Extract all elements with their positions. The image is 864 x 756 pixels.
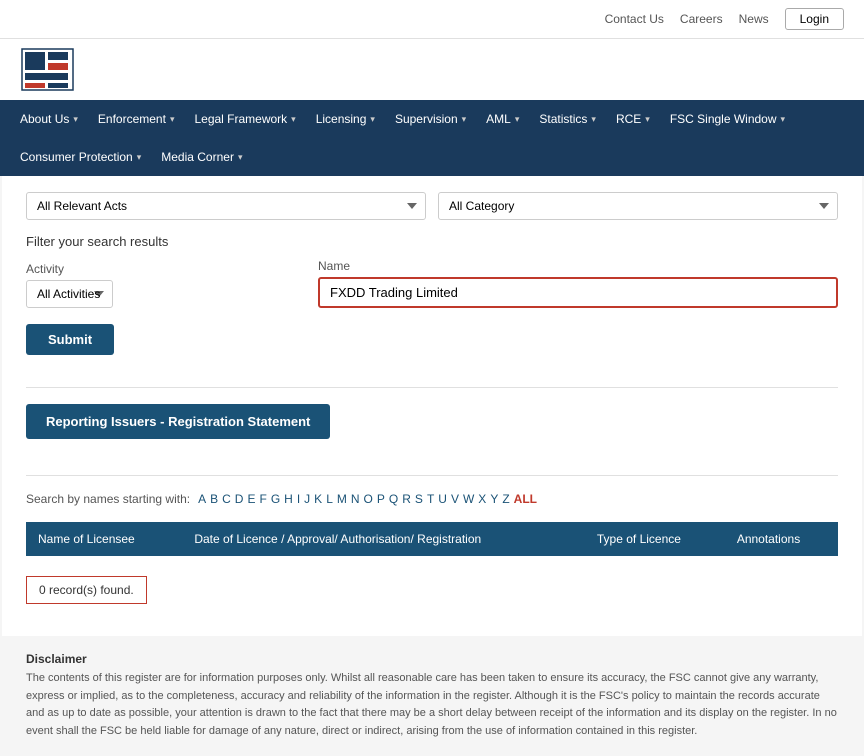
disclaimer-section: Disclaimer The contents of this register…	[2, 636, 862, 756]
alpha-R[interactable]: R	[402, 492, 411, 506]
alpha-search-label: Search by names starting with:	[26, 492, 190, 506]
nav-legal-framework-arrow: ▾	[291, 114, 296, 125]
nav-statistics-arrow: ▾	[591, 114, 596, 125]
alpha-T[interactable]: T	[427, 492, 434, 506]
table-header-row: Name of Licensee Date of Licence / Appro…	[26, 522, 838, 556]
alpha-I[interactable]: I	[297, 492, 300, 506]
nav-enforcement[interactable]: Enforcement ▾	[88, 100, 185, 138]
all-category-select[interactable]: All Category	[438, 192, 838, 220]
name-input-wrapper	[318, 277, 838, 308]
login-button[interactable]: Login	[785, 8, 844, 30]
nav-supervision[interactable]: Supervision ▾	[385, 100, 476, 138]
results-table: Name of Licensee Date of Licence / Appro…	[26, 522, 838, 556]
alpha-N[interactable]: N	[351, 492, 360, 506]
name-label: Name	[318, 259, 838, 273]
activity-select[interactable]: All Activities	[26, 280, 113, 308]
alpha-O[interactable]: O	[364, 492, 373, 506]
alpha-ALL[interactable]: ALL	[514, 492, 537, 506]
divider-2	[26, 475, 838, 476]
activity-label: Activity	[26, 262, 306, 276]
alpha-P[interactable]: P	[377, 492, 385, 506]
nav-consumer-protection[interactable]: Consumer Protection ▾	[10, 138, 151, 176]
reg-statement-button[interactable]: Reporting Issuers - Registration Stateme…	[26, 404, 330, 439]
nav-legal-framework[interactable]: Legal Framework ▾	[184, 100, 305, 138]
nav-rce-arrow: ▾	[645, 114, 650, 125]
alpha-E[interactable]: E	[247, 492, 255, 506]
top-bar: Contact Us Careers News Login	[0, 0, 864, 39]
activity-name-row: Activity All Activities Name	[26, 259, 838, 308]
alpha-Z[interactable]: Z	[502, 492, 509, 506]
divider-1	[26, 387, 838, 388]
alpha-Q[interactable]: Q	[389, 492, 398, 506]
table-header-name: Name of Licensee	[26, 522, 182, 556]
name-input[interactable]	[320, 279, 836, 306]
navigation-bar: About Us ▾ Enforcement ▾ Legal Framework…	[0, 100, 864, 176]
alpha-J[interactable]: J	[304, 492, 310, 506]
alpha-G[interactable]: G	[271, 492, 280, 506]
disclaimer-text: The contents of this register are for in…	[26, 670, 838, 740]
alpha-search-row: Search by names starting with: A B C D E…	[26, 492, 838, 506]
alpha-U[interactable]: U	[438, 492, 447, 506]
contact-us-link[interactable]: Contact Us	[605, 12, 664, 26]
alpha-V[interactable]: V	[451, 492, 459, 506]
alpha-S[interactable]: S	[415, 492, 423, 506]
nav-statistics[interactable]: Statistics ▾	[529, 100, 606, 138]
nav-consumer-protection-arrow: ▾	[137, 152, 142, 163]
no-records-message: 0 record(s) found.	[26, 576, 147, 604]
alpha-B[interactable]: B	[210, 492, 218, 506]
nav-licensing-arrow: ▾	[370, 114, 375, 125]
nav-rce[interactable]: RCE ▾	[606, 100, 660, 138]
nav-about-us-arrow: ▾	[73, 114, 78, 125]
careers-link[interactable]: Careers	[680, 12, 723, 26]
filter-section-title: Filter your search results	[26, 234, 838, 249]
alpha-Y[interactable]: Y	[490, 492, 498, 506]
alpha-A[interactable]: A	[198, 492, 206, 506]
alpha-H[interactable]: H	[284, 492, 293, 506]
nav-aml-arrow: ▾	[515, 114, 520, 125]
alpha-W[interactable]: W	[463, 492, 474, 506]
nav-fsc-single-window[interactable]: FSC Single Window ▾	[660, 100, 795, 138]
nav-enforcement-arrow: ▾	[170, 114, 175, 125]
nav-licensing[interactable]: Licensing ▾	[306, 100, 385, 138]
alpha-L[interactable]: L	[326, 492, 333, 506]
nav-about-us[interactable]: About Us ▾	[10, 100, 88, 138]
alpha-M[interactable]: M	[337, 492, 347, 506]
name-column: Name	[318, 259, 838, 308]
submit-button[interactable]: Submit	[26, 324, 114, 355]
table-header-annotations: Annotations	[725, 522, 838, 556]
table-header-date: Date of Licence / Approval/ Authorisatio…	[182, 522, 585, 556]
alpha-C[interactable]: C	[222, 492, 231, 506]
filter-row-top: All Relevant Acts All Category	[26, 192, 838, 220]
nav-aml[interactable]: AML ▾	[476, 100, 529, 138]
alpha-D[interactable]: D	[235, 492, 244, 506]
logo	[20, 47, 75, 92]
main-content: All Relevant Acts All Category Filter yo…	[2, 176, 862, 636]
news-link[interactable]: News	[739, 12, 769, 26]
activity-column: Activity All Activities	[26, 262, 306, 308]
nav-media-corner[interactable]: Media Corner ▾	[151, 138, 252, 176]
alpha-K[interactable]: K	[314, 492, 322, 506]
nav-supervision-arrow: ▾	[462, 114, 467, 125]
alpha-F[interactable]: F	[259, 492, 266, 506]
disclaimer-title: Disclaimer	[26, 652, 838, 666]
header-logo-area	[0, 39, 864, 100]
relevant-acts-select[interactable]: All Relevant Acts	[26, 192, 426, 220]
alpha-X[interactable]: X	[478, 492, 486, 506]
nav-media-corner-arrow: ▾	[238, 152, 243, 163]
table-header-type: Type of Licence	[585, 522, 725, 556]
nav-fsc-single-window-arrow: ▾	[781, 114, 786, 125]
